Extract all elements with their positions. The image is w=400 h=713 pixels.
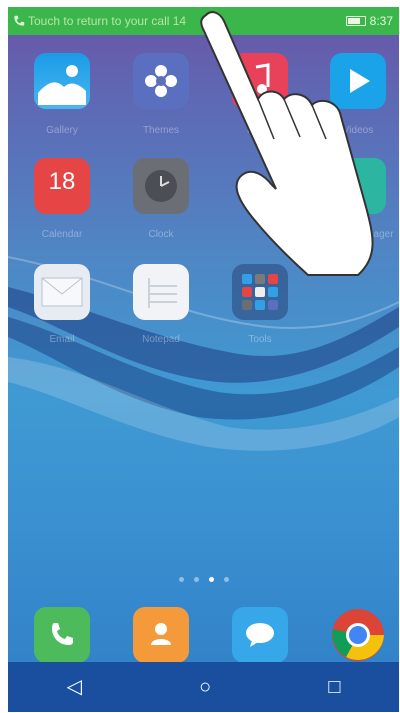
recents-icon[interactable]: □ [328, 677, 340, 697]
themes-icon [145, 65, 177, 97]
home-icon[interactable]: ○ [199, 677, 211, 697]
call-icon [14, 15, 25, 26]
clock-icon [145, 170, 177, 202]
app-label-gallery: Gallery [46, 125, 78, 136]
app-label-email: Email [49, 334, 75, 345]
page-indicator [8, 577, 399, 582]
notepad-icon [148, 278, 177, 308]
app-label-notepad: Notepad [142, 334, 180, 345]
message-icon [246, 623, 274, 647]
app-label-tools: Tools [248, 334, 272, 345]
app-notepad[interactable] [133, 264, 189, 320]
home-screen: Touch to return to your call 14 8:37 Gal… [8, 7, 399, 712]
app-label-calendar: Calendar [41, 229, 83, 240]
app-clock[interactable] [133, 158, 189, 214]
dock-messages[interactable] [232, 607, 288, 663]
app-email[interactable] [34, 264, 90, 320]
page-dot[interactable] [178, 577, 184, 582]
dock-chrome[interactable] [330, 607, 386, 663]
gallery-icon [38, 65, 86, 105]
back-icon[interactable]: ◁ [67, 677, 82, 697]
phone-icon [52, 623, 73, 645]
return-to-call-text[interactable]: Touch to return to your call 14 [28, 14, 186, 28]
app-gallery[interactable] [34, 53, 90, 109]
page-dot[interactable] [223, 577, 229, 582]
swipe-gesture-hand [200, 11, 374, 276]
dock-contacts[interactable] [133, 607, 189, 663]
calendar-date-badge: 18 [48, 168, 76, 195]
navigation-bar: ◁ ○ □ [8, 662, 399, 712]
envelope-icon [41, 277, 83, 307]
app-calendar[interactable]: 18 [34, 158, 90, 214]
contact-icon [151, 623, 171, 645]
chrome-icon [332, 609, 384, 661]
dock-phone[interactable] [34, 607, 90, 663]
page-dot[interactable] [193, 577, 199, 582]
page-dot-active[interactable] [208, 577, 214, 582]
app-themes[interactable] [133, 53, 189, 109]
